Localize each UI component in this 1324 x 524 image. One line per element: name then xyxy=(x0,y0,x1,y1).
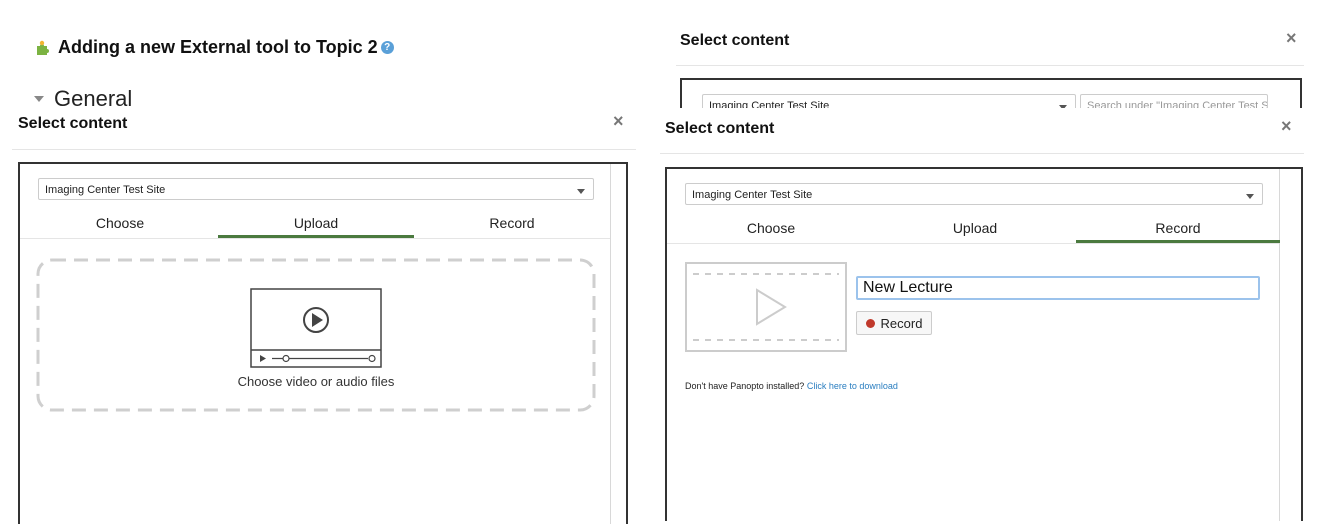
bg-dialog-divider xyxy=(676,65,1304,66)
right-tabs-divider xyxy=(667,243,1279,244)
right-tab-record[interactable]: Record xyxy=(1076,220,1280,236)
play-icon xyxy=(756,288,787,326)
right-dialog-iframe: Imaging Center Test Site Choose Upload R… xyxy=(665,167,1303,521)
left-dialog-close-icon[interactable]: × xyxy=(613,112,624,130)
record-button[interactable]: Record xyxy=(856,311,932,335)
dropzone-label: Choose video or audio files xyxy=(237,374,395,389)
lecture-name-input[interactable] xyxy=(856,276,1260,300)
right-tab-choose[interactable]: Choose xyxy=(669,220,873,236)
left-site-select[interactable]: Imaging Center Test Site xyxy=(38,178,594,200)
section-title: General xyxy=(54,86,133,111)
left-tab-choose[interactable]: Choose xyxy=(22,215,218,231)
right-site-select[interactable]: Imaging Center Test Site xyxy=(685,183,1263,205)
left-dialog-divider xyxy=(12,149,636,150)
right-dialog-close-icon[interactable]: × xyxy=(1281,117,1292,135)
section-general[interactable]: General xyxy=(34,86,133,111)
left-tab-record[interactable]: Record xyxy=(414,215,610,231)
collapse-arrow-icon xyxy=(34,96,44,102)
page-heading: Adding a new External tool to Topic 2 ? xyxy=(34,36,394,58)
chevron-down-icon xyxy=(1246,194,1254,199)
page-title: Adding a new External tool to Topic 2 xyxy=(58,36,378,57)
install-prompt-text: Don't have Panopto installed? xyxy=(685,381,805,391)
help-icon[interactable]: ? xyxy=(380,40,394,54)
upload-dropzone[interactable]: Choose video or audio files xyxy=(36,258,596,412)
install-prompt: Don't have Panopto installed? Click here… xyxy=(685,381,898,391)
record-button-label: Record xyxy=(880,315,923,331)
bg-dialog-title: Select content xyxy=(680,32,790,49)
record-dot-icon xyxy=(865,318,875,328)
right-dialog-title: Select content xyxy=(665,120,775,137)
right-dialog-divider xyxy=(660,153,1304,154)
chevron-down-icon xyxy=(577,189,585,194)
left-tabs-divider xyxy=(20,238,610,239)
left-dialog-iframe: Imaging Center Test Site Choose Upload R… xyxy=(18,162,628,524)
bg-dialog-close-icon[interactable]: × xyxy=(1286,29,1297,47)
video-preview xyxy=(685,262,847,352)
left-scroll-track[interactable] xyxy=(610,164,611,524)
video-file-icon xyxy=(250,288,382,368)
left-dialog-title: Select content xyxy=(18,115,128,132)
right-tab-upload[interactable]: Upload xyxy=(873,220,1077,236)
right-dialog: Select content × Imaging Center Test Sit… xyxy=(660,108,1306,521)
puzzle-icon xyxy=(34,38,52,56)
bg-dialog-iframe: Imaging Center Test Site Search under "I… xyxy=(680,78,1302,110)
left-tab-upload[interactable]: Upload xyxy=(218,215,414,231)
download-link[interactable]: Click here to download xyxy=(807,381,898,391)
